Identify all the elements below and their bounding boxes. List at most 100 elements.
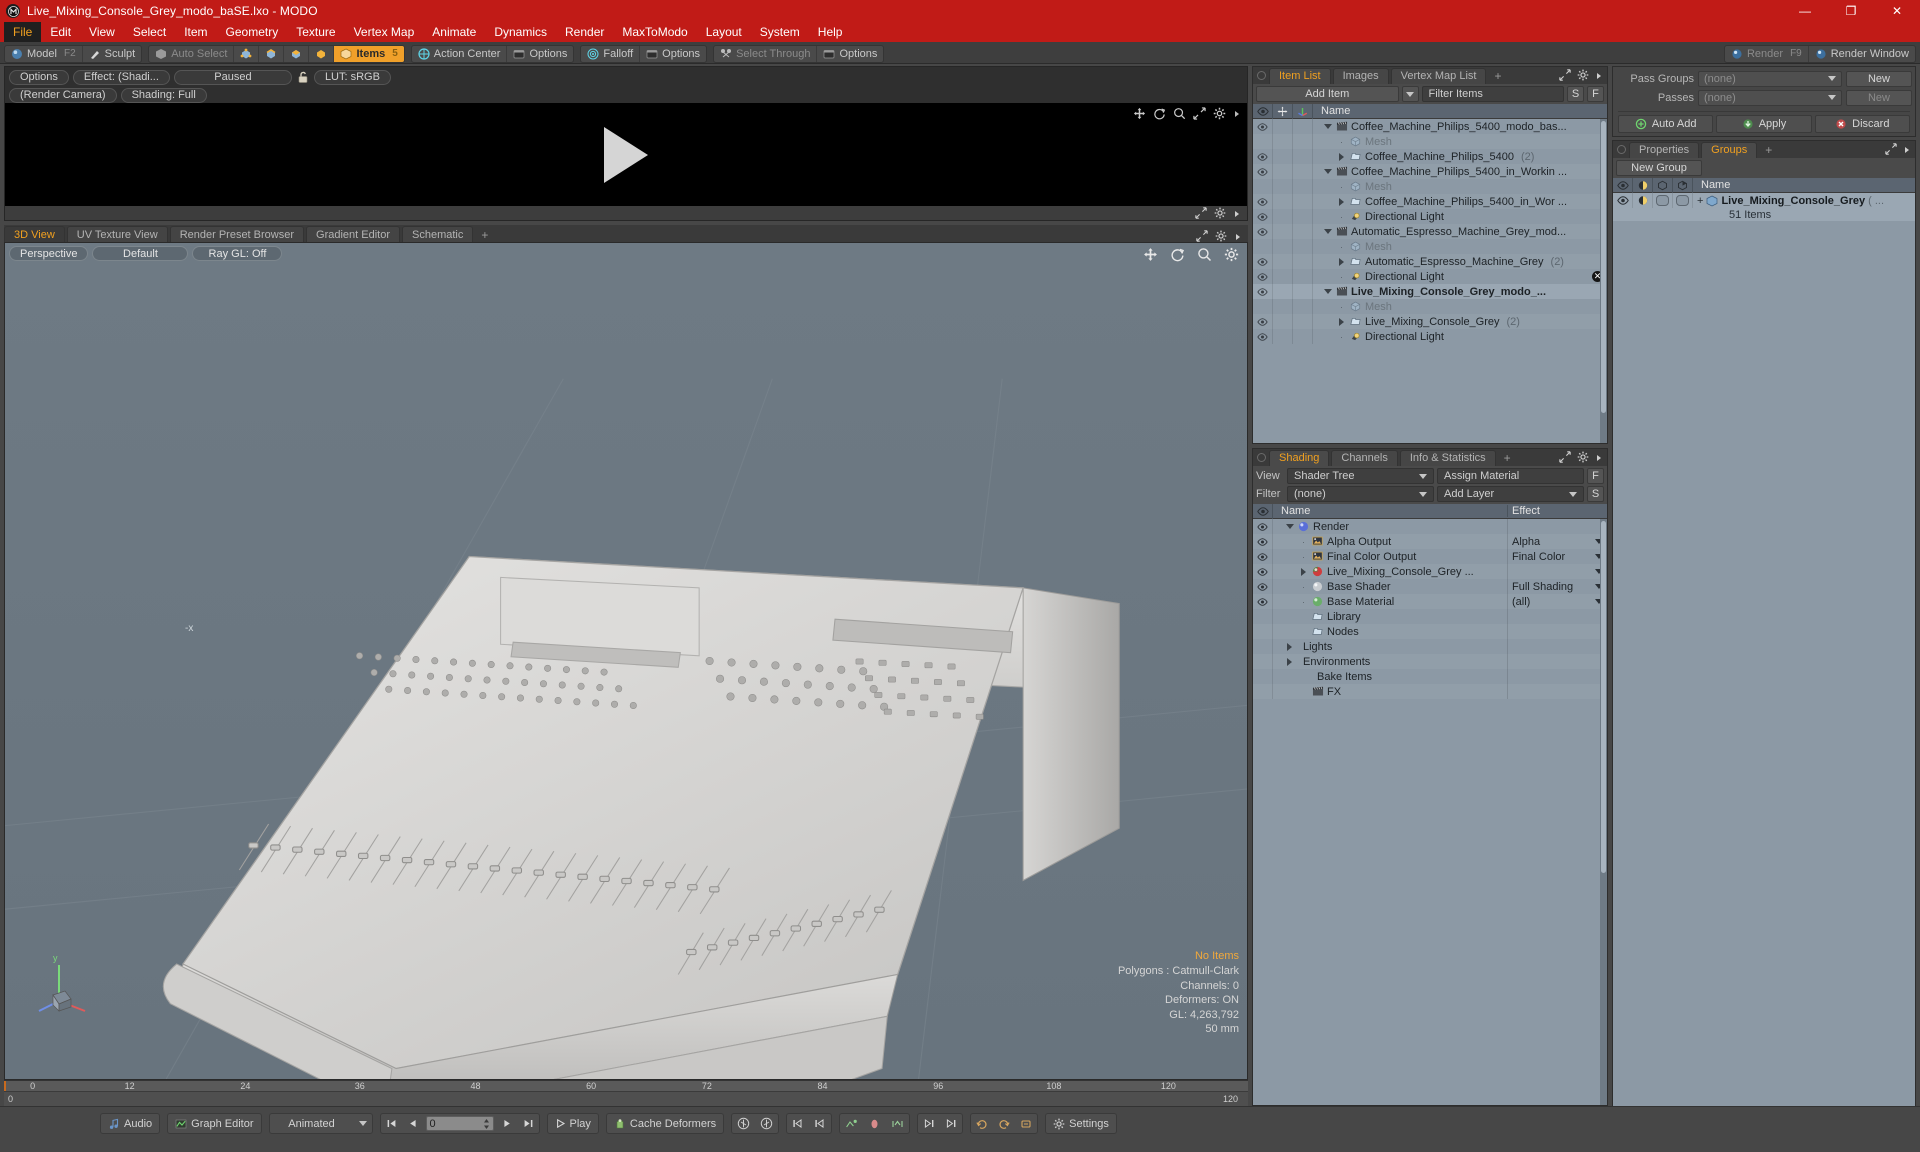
go-to-end-button[interactable] bbox=[518, 1114, 539, 1133]
row-axis-cell[interactable] bbox=[1293, 149, 1313, 164]
animated-dropdown-arrow[interactable] bbox=[354, 1114, 372, 1133]
shading-scrollbar[interactable] bbox=[1600, 519, 1607, 1105]
row-axis-cell[interactable] bbox=[1293, 179, 1313, 194]
menu-file[interactable]: File bbox=[4, 22, 42, 42]
apply-button[interactable]: Apply bbox=[1716, 115, 1812, 133]
new-group-button[interactable]: New Group bbox=[1616, 160, 1702, 176]
row-visibility-toggle[interactable] bbox=[1253, 149, 1273, 164]
panel-handle-icon[interactable] bbox=[1257, 453, 1266, 462]
viewport-raygl-toggle[interactable]: Ray GL: Off bbox=[192, 246, 283, 261]
audio-button[interactable]: Audio bbox=[101, 1114, 159, 1133]
scrollbar-thumb[interactable] bbox=[1601, 121, 1606, 413]
falloff-button[interactable]: Falloff bbox=[581, 45, 641, 62]
add-groups-tab-button[interactable]: + bbox=[1759, 143, 1778, 157]
minimize-button[interactable]: — bbox=[1782, 0, 1828, 22]
tab-shading[interactable]: Shading bbox=[1269, 449, 1330, 466]
menu-select[interactable]: Select bbox=[124, 22, 175, 42]
item-list-row[interactable]: · Directional Light bbox=[1253, 329, 1607, 344]
sculpt-mode-button[interactable]: Sculpt bbox=[83, 46, 142, 62]
vertex-mode-button[interactable] bbox=[234, 45, 260, 62]
prev-key-alt-button[interactable] bbox=[809, 1114, 831, 1133]
item-row-name-cell[interactable]: · Mesh bbox=[1313, 301, 1607, 313]
row-axis-cell[interactable] bbox=[1293, 224, 1313, 239]
gear-icon[interactable] bbox=[1577, 451, 1589, 463]
row-axis-cell[interactable] bbox=[1293, 254, 1313, 269]
maximize-panel-icon[interactable] bbox=[1195, 207, 1207, 219]
next-key-alt-button[interactable] bbox=[940, 1114, 962, 1133]
panel-handle-icon[interactable] bbox=[1617, 145, 1626, 154]
3d-viewport[interactable]: Perspective Default Ray GL: Off y -x No … bbox=[4, 242, 1248, 1080]
item-row-name-cell[interactable]: · Mesh bbox=[1313, 241, 1607, 253]
chevron-right-icon[interactable] bbox=[1336, 317, 1347, 326]
key-ellipse-button[interactable] bbox=[863, 1114, 886, 1133]
item-list-row[interactable]: Coffee_Machine_Philips_5400_in_Workin ..… bbox=[1253, 164, 1607, 179]
item-list-row[interactable]: Coffee_Machine_Philips_5400 (2) bbox=[1253, 149, 1607, 164]
item-list-row[interactable]: Coffee_Machine_Philips_5400_in_Wor ... bbox=[1253, 194, 1607, 209]
select-through-button[interactable]: Select Through bbox=[714, 45, 818, 62]
auto-add-button[interactable]: Auto Add bbox=[1618, 115, 1714, 133]
row-render-checkbox[interactable] bbox=[1673, 193, 1693, 208]
tab-channels[interactable]: Channels bbox=[1331, 449, 1398, 466]
items-mode-button[interactable]: Items 5 bbox=[334, 45, 404, 62]
row-shade-toggle[interactable] bbox=[1633, 193, 1653, 208]
shading-row-effect[interactable] bbox=[1507, 564, 1607, 579]
tab-uv-texture-view[interactable]: UV Texture View bbox=[66, 226, 168, 242]
cycle-after-button[interactable] bbox=[993, 1114, 1015, 1133]
row-visibility-toggle[interactable] bbox=[1253, 549, 1273, 564]
render-button[interactable]: Render F9 bbox=[1725, 45, 1809, 62]
shading-tree-row[interactable]: Live_Mixing_Console_Grey ... bbox=[1253, 564, 1607, 579]
shading-row-name-cell[interactable]: Live_Mixing_Console_Grey ... bbox=[1273, 566, 1507, 578]
menu-geometry[interactable]: Geometry bbox=[217, 22, 288, 42]
chevron-right-icon[interactable] bbox=[1284, 642, 1295, 651]
item-list-row[interactable]: · Directional Light ✕ bbox=[1253, 269, 1607, 284]
render-effect-dropdown[interactable]: Effect: (Shadi... bbox=[72, 69, 170, 85]
row-visibility-toggle[interactable] bbox=[1253, 254, 1273, 269]
chevron-down-icon[interactable] bbox=[1322, 124, 1333, 129]
row-visibility-toggle[interactable] bbox=[1253, 119, 1273, 134]
shading-row-effect[interactable]: Final Color bbox=[1507, 549, 1607, 564]
panel-handle-icon[interactable] bbox=[1257, 71, 1266, 80]
item-list-row[interactable]: · Mesh bbox=[1253, 239, 1607, 254]
tab-item-list[interactable]: Item List bbox=[1269, 67, 1331, 84]
item-list-scrollbar[interactable] bbox=[1600, 119, 1607, 443]
lut-button[interactable]: LUT: sRGB bbox=[313, 69, 391, 85]
item-list-row[interactable]: · Directional Light bbox=[1253, 209, 1607, 224]
render-shading-dropdown[interactable]: Shading: Full bbox=[120, 87, 207, 103]
row-visibility-toggle[interactable] bbox=[1253, 624, 1273, 639]
tab-groups[interactable]: Groups bbox=[1701, 141, 1758, 158]
gear-icon[interactable] bbox=[1224, 247, 1239, 262]
step-forward-button[interactable] bbox=[497, 1114, 518, 1133]
item-row-name-cell[interactable]: Coffee_Machine_Philips_5400 (2) bbox=[1313, 151, 1607, 163]
item-list-row[interactable]: Automatic_Espresso_Machine_Grey_mod... bbox=[1253, 224, 1607, 239]
gear-icon[interactable] bbox=[1214, 207, 1226, 219]
item-list-f-button[interactable]: F bbox=[1587, 86, 1604, 102]
shading-row-name-cell[interactable]: Library bbox=[1273, 611, 1507, 623]
tab-render-preset-browser[interactable]: Render Preset Browser bbox=[169, 226, 305, 242]
shading-row-name-cell[interactable]: FX bbox=[1273, 686, 1507, 698]
panel-menu-icon[interactable] bbox=[1595, 69, 1603, 81]
row-axis-cell[interactable] bbox=[1293, 134, 1313, 149]
groups-row[interactable]: + Live_Mixing_Console_Grey ( ... bbox=[1613, 193, 1915, 208]
row-lock-cell[interactable] bbox=[1273, 209, 1293, 224]
row-axis-cell[interactable] bbox=[1293, 314, 1313, 329]
row-lock-cell[interactable] bbox=[1273, 314, 1293, 329]
select-through-options-button[interactable]: Options bbox=[817, 46, 883, 62]
row-visibility-toggle[interactable] bbox=[1253, 639, 1273, 654]
item-row-name-cell[interactable]: · Directional Light bbox=[1313, 331, 1607, 343]
shading-tree-row[interactable]: Lights bbox=[1253, 639, 1607, 654]
falloff-options-button[interactable]: Options bbox=[640, 46, 706, 62]
action-center-button[interactable]: Action Center bbox=[412, 45, 508, 62]
item-list-row[interactable]: · Mesh bbox=[1253, 179, 1607, 194]
item-row-name-cell[interactable]: Coffee_Machine_Philips_5400_in_Wor ... bbox=[1313, 196, 1607, 208]
edge-mode-button[interactable] bbox=[259, 45, 285, 62]
viewport-shading-style-dropdown[interactable]: Default bbox=[92, 246, 189, 261]
add-key-button[interactable] bbox=[840, 1114, 863, 1133]
row-lock-cell[interactable] bbox=[1273, 254, 1293, 269]
item-row-name-cell[interactable]: · Directional Light ✕ bbox=[1313, 271, 1607, 283]
play-render-icon[interactable] bbox=[604, 126, 648, 183]
shading-tree-row[interactable]: · Base Shader Full Shading bbox=[1253, 579, 1607, 594]
tab-3d-view[interactable]: 3D View bbox=[4, 226, 65, 242]
maximize-panel-icon[interactable] bbox=[1193, 107, 1206, 120]
row-lock-cell[interactable] bbox=[1273, 179, 1293, 194]
row-visibility-toggle[interactable] bbox=[1253, 224, 1273, 239]
